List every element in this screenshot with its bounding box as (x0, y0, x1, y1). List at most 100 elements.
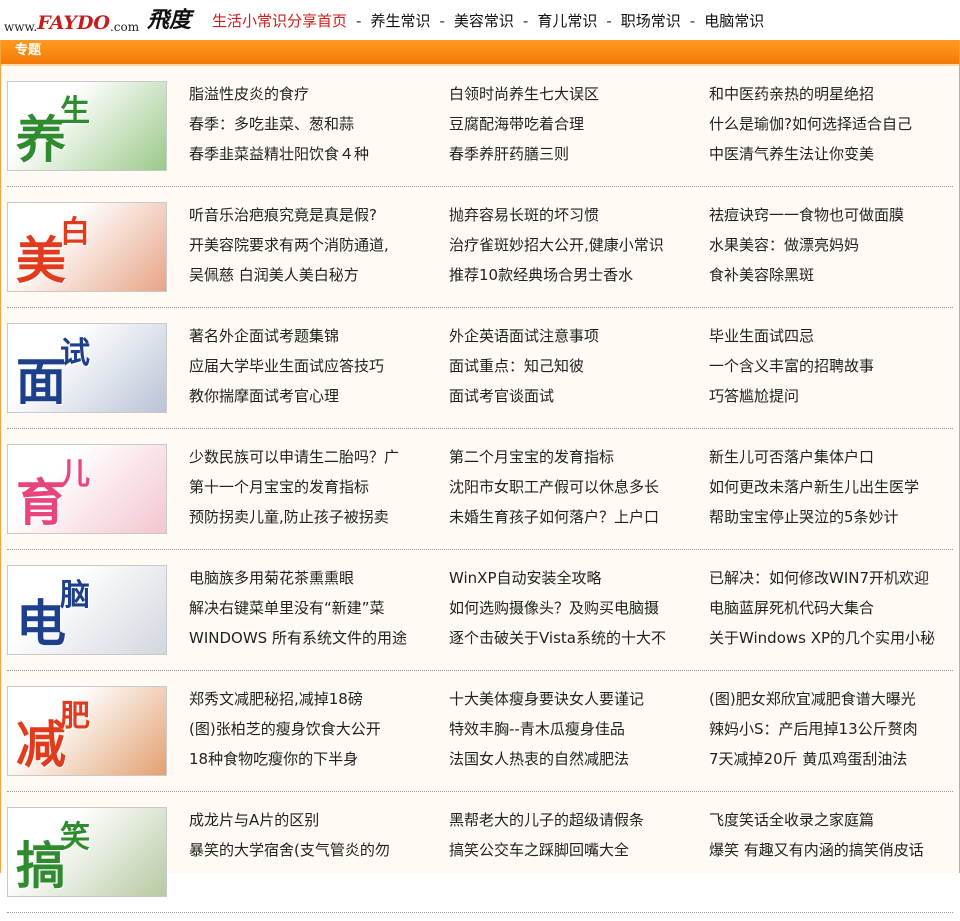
article-link[interactable]: 第二个月宝宝的发育指标 (449, 445, 689, 475)
article-link[interactable]: 面试考官谈面试 (449, 384, 689, 414)
article-link[interactable]: 18种食物吃瘦你的下半身 (189, 747, 429, 777)
link-column: 少数民族可以申请生二胎吗？广 第十一个月宝宝的发育指标 预防拐卖儿童,防止孩子被拐卖 (189, 445, 429, 535)
nav-separator: - (439, 12, 445, 30)
article-link[interactable]: 面试重点：知己知彼 (449, 354, 689, 384)
article-link[interactable]: 沈阳市女职工产假可以休息多长 (449, 475, 689, 505)
nav-link-4[interactable]: 职场常识 (621, 12, 681, 30)
article-link[interactable]: 巧答尴尬提问 (709, 384, 949, 414)
article-link[interactable]: 中医清气养生法让你变美 (709, 142, 949, 172)
article-link[interactable]: 春季：多吃韭菜、葱和蒜 (189, 112, 429, 142)
logo-brand: FAYDO (37, 12, 110, 34)
article-link[interactable]: 电脑族多用菊花茶熏熏眼 (189, 566, 429, 596)
article-link[interactable]: 预防拐卖儿童,防止孩子被拐卖 (189, 505, 429, 535)
thumbnail-char-main: 美 (16, 232, 66, 290)
row-divider (7, 428, 953, 429)
nav-separator: - (522, 12, 529, 30)
article-link[interactable]: 祛痘诀窍一一食物也可做面膜 (709, 203, 949, 233)
article-link[interactable]: 水果美容：做漂亮妈妈 (709, 233, 949, 263)
topic-thumbnail[interactable]: 面试 (7, 323, 167, 413)
nav-separator: - (606, 12, 612, 30)
article-link[interactable]: 一个含义丰富的招聘故事 (709, 354, 949, 384)
article-link[interactable]: 豆腐配海带吃着合理 (449, 112, 689, 142)
article-link[interactable]: 吴佩慈 白润美人美白秘方 (189, 263, 429, 293)
article-link[interactable]: 搞笑公交车之踩脚回嘴大全 (449, 838, 689, 868)
topic-thumbnail[interactable]: 育儿 (7, 444, 167, 534)
article-link[interactable]: 外企英语面试注意事项 (449, 324, 689, 354)
article-link[interactable]: 未婚生育孩子如何落户？上户口 (449, 505, 689, 535)
nav-link-0[interactable]: 生活小常识分享首页 (212, 12, 347, 30)
article-link[interactable]: (图)肥女郑欣宜减肥食谱大曝光 (709, 687, 949, 717)
article-link[interactable]: 关于Windows XP的几个实用小秘 (709, 626, 949, 656)
article-link[interactable]: 郑秀文减肥秘招,减掉18磅 (189, 687, 429, 717)
article-link[interactable]: 听音乐治疤痕究竟是真是假? (189, 203, 429, 233)
topic-row: 面试著名外企面试考题集锦 应届大学毕业生面试应答技巧 教你揣摩面试考官心理 外企英语面… (1, 316, 959, 437)
article-link[interactable]: 少数民族可以申请生二胎吗？广 (189, 445, 429, 475)
thumbnail-char-main: 面 (16, 353, 66, 411)
article-link[interactable]: 解决右键菜单里没有“新建”菜 (189, 596, 429, 626)
article-link[interactable]: 黑帮老大的儿子的超级请假条 (449, 808, 689, 838)
article-link[interactable]: 推荐10款经典场合男士香水 (449, 263, 689, 293)
article-link[interactable]: 特效丰胸--青木瓜瘦身佳品 (449, 717, 689, 747)
thumbnail-char-second: 试 (60, 336, 90, 371)
link-column: 脂溢性皮炎的食疗 春季：多吃韭菜、葱和蒜 春季韭菜益精壮阳饮食４种 (189, 82, 429, 172)
article-link[interactable]: 什么是瑜伽?如何选择适合自己 (709, 112, 949, 142)
thumbnail-char-second: 儿 (60, 457, 90, 492)
article-link[interactable]: 爆笑 有趣又有内涵的搞笑俏皮话 (709, 838, 949, 868)
link-column: 黑帮老大的儿子的超级请假条 搞笑公交车之踩脚回嘴大全 (449, 808, 689, 898)
article-link[interactable]: 成龙片与A片的区别 (189, 808, 429, 838)
row-divider (7, 549, 953, 550)
article-link[interactable]: 教你揣摩面试考官心理 (189, 384, 429, 414)
thumbnail-char-main: 电 (16, 595, 66, 653)
article-link[interactable]: 7天减掉20斤 黄瓜鸡蛋刮油法 (709, 747, 949, 777)
article-link[interactable]: 法国女人热衷的自然减肥法 (449, 747, 689, 777)
thumbnail-char-main: 养 (16, 111, 66, 169)
article-link[interactable]: 如何更改未落户新生儿出生医学 (709, 475, 949, 505)
article-link[interactable]: 开美容院要求有两个消防通道, (189, 233, 429, 263)
nav-link-2[interactable]: 美容常识 (454, 12, 514, 30)
article-link[interactable]: 新生儿可否落户集体户口 (709, 445, 949, 475)
link-column: 郑秀文减肥秘招,减掉18磅 (图)张柏芝的瘦身饮食大公开 18种食物吃瘦你的下半身 (189, 687, 429, 777)
nav-link-1[interactable]: 养生常识 (370, 12, 430, 30)
thumbnail-char-second: 肥 (60, 699, 90, 734)
article-link[interactable]: 脂溢性皮炎的食疗 (189, 82, 429, 112)
article-link[interactable]: WINDOWS 所有系统文件的用途 (189, 626, 429, 656)
article-link[interactable]: 治疗雀斑妙招大公开,健康小常识 (449, 233, 689, 263)
article-link[interactable]: 春季韭菜益精壮阳饮食４种 (189, 142, 429, 172)
link-column: WinXP自动安装全攻略 如何选购摄像头？及购买电脑摄 逐个击破关于Vista系统的… (449, 566, 689, 656)
topic-thumbnail[interactable]: 搞笑 (7, 807, 167, 897)
site-header: www. FAYDO .com 飛度 生活小常识分享首页 - 养生常识 - 美容常识 - 育… (0, 0, 960, 40)
article-link[interactable]: 第十一个月宝宝的发育指标 (189, 475, 429, 505)
article-link[interactable]: 十大美体瘦身要诀女人要谨记 (449, 687, 689, 717)
nav-link-5[interactable]: 电脑常识 (704, 12, 764, 30)
article-link[interactable]: 已解决：如何修改WIN7开机欢迎 (709, 566, 949, 596)
article-link[interactable]: 电脑蓝屏死机代码大集合 (709, 596, 949, 626)
article-link[interactable]: 飞度笑话全收录之家庭篇 (709, 808, 949, 838)
topic-thumbnail[interactable]: 美白 (7, 202, 167, 292)
topic-thumbnail[interactable]: 电脑 (7, 565, 167, 655)
article-link[interactable]: 春季养肝药膳三则 (449, 142, 689, 172)
link-column: 白领时尚养生七大误区 豆腐配海带吃着合理 春季养肝药膳三则 (449, 82, 689, 172)
article-link[interactable]: 帮助宝宝停止哭泣的5条妙计 (709, 505, 949, 535)
nav-link-3[interactable]: 育儿常识 (537, 12, 597, 30)
article-link[interactable]: 如何选购摄像头？及购买电脑摄 (449, 596, 689, 626)
topic-thumbnail[interactable]: 减肥 (7, 686, 167, 776)
topic-row: 养生脂溢性皮炎的食疗 春季：多吃韭菜、葱和蒜 春季韭菜益精壮阳饮食４种 白领时尚养生七… (1, 74, 959, 195)
article-link[interactable]: 应届大学毕业生面试应答技巧 (189, 354, 429, 384)
nav-separator: - (689, 12, 696, 30)
article-link[interactable]: WinXP自动安装全攻略 (449, 566, 689, 596)
article-link[interactable]: (图)张柏芝的瘦身饮食大公开 (189, 717, 429, 747)
topic-thumbnail[interactable]: 养生 (7, 81, 167, 171)
article-link[interactable]: 逐个击破关于Vista系统的十大不 (449, 626, 689, 656)
site-logo[interactable]: www. FAYDO .com 飛度 (4, 7, 191, 34)
article-link[interactable]: 食补美容除黑斑 (709, 263, 949, 293)
article-link[interactable]: 白领时尚养生七大误区 (449, 82, 689, 112)
article-link[interactable]: 著名外企面试考题集锦 (189, 324, 429, 354)
article-link[interactable]: 毕业生面试四忌 (709, 324, 949, 354)
article-link[interactable]: 和中医药亲热的明星绝招 (709, 82, 949, 112)
thumbnail-char-main: 减 (16, 716, 66, 774)
topics-panel: 专题 养生脂溢性皮炎的食疗 春季：多吃韭菜、葱和蒜 春季韭菜益精壮阳饮食４种 白领时尚… (0, 40, 960, 913)
article-link[interactable]: 暴笑的大学宿舍(支气管炎的勿 (189, 838, 429, 868)
article-link[interactable]: 抛弃容易长斑的坏习惯 (449, 203, 689, 233)
nav-separator: - (356, 12, 362, 30)
article-link[interactable]: 辣妈小S：产后甩掉13公斤赘肉 (709, 717, 949, 747)
